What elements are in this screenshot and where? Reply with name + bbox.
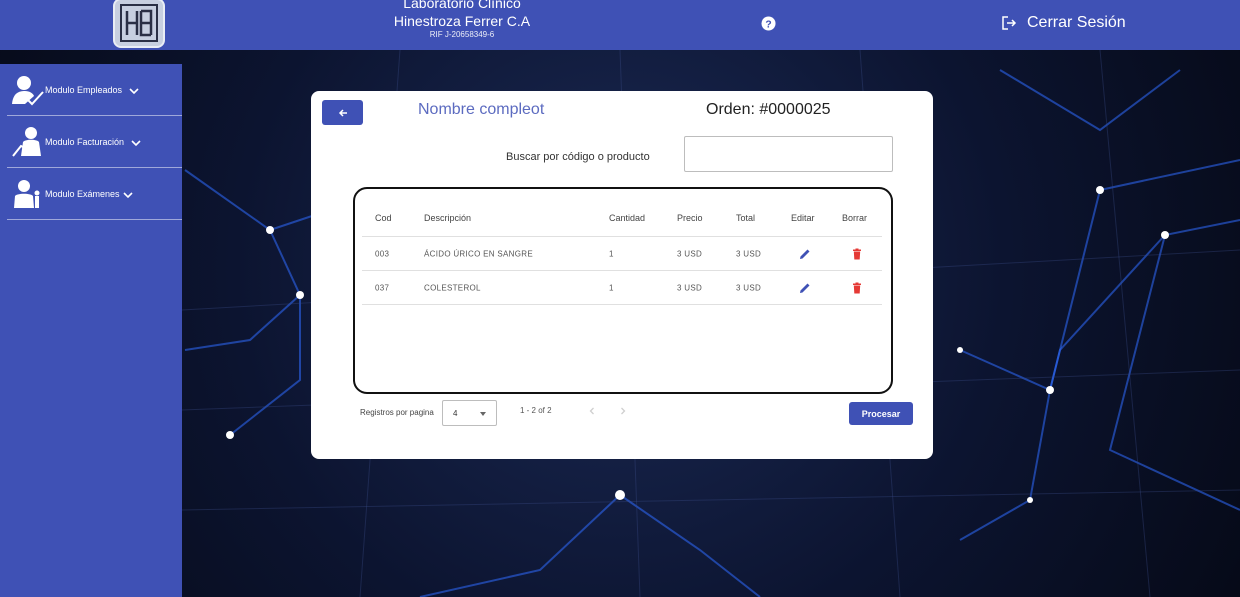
exam-icon: [14, 180, 40, 208]
search-label: Buscar por código o producto: [506, 151, 650, 163]
cell-cantidad: 1: [609, 283, 614, 292]
logo-mark-icon: [120, 4, 158, 42]
chevron-left-icon[interactable]: [587, 406, 597, 416]
process-button[interactable]: Procesar: [849, 402, 913, 425]
pencil-icon: [800, 249, 810, 259]
lab-rif: RIF J-20658349-6: [429, 30, 495, 39]
cell-precio: 3 USD: [677, 283, 703, 292]
lab-title: Laboratorio Clínico Hinestroza Ferrer C.…: [330, 0, 594, 40]
employee-icon: [12, 76, 44, 106]
table-header-row: Cod Descripción Cantidad Precio Total Ed…: [362, 199, 882, 237]
column-header-descripcion: Descripción: [424, 212, 472, 223]
page-size-value: 4: [453, 409, 458, 418]
table-row: 003 ÁCIDO ÚRICO EN SANGRE 1 3 USD 3 USD: [362, 237, 882, 271]
column-header-total: Total: [736, 212, 756, 223]
cell-total: 3 USD: [736, 283, 762, 292]
cell-cod: 003: [375, 249, 390, 258]
pencil-icon: [800, 283, 810, 293]
column-header-borrar: Borrar: [842, 212, 868, 223]
page-size-select[interactable]: 4: [442, 400, 497, 426]
billing-icon: [12, 127, 41, 157]
delete-button[interactable]: [851, 282, 863, 294]
sidebar-item-facturacion[interactable]: Modulo Facturación: [7, 116, 182, 168]
lab-title-line1: Laboratorio Clínico: [403, 0, 521, 11]
logout-label: Cerrar Sesión: [1027, 14, 1126, 31]
items-table: Cod Descripción Cantidad Precio Total Ed…: [353, 187, 893, 394]
trash-icon: [853, 248, 861, 259]
cell-cod: 037: [375, 283, 390, 292]
delete-button[interactable]: [851, 248, 863, 260]
edit-button[interactable]: [799, 248, 811, 260]
sidebar-item-examenes[interactable]: Modulo Exámenes: [7, 168, 182, 220]
trash-icon: [853, 282, 861, 293]
patient-name: Nombre compleot: [418, 101, 545, 118]
order-card: Nombre compleot Orden: #0000025 Buscar p…: [311, 91, 933, 459]
order-number: Orden: #0000025: [706, 101, 831, 118]
table-row: 037 COLESTEROL 1 3 USD 3 USD: [362, 271, 882, 305]
arrow-left-icon: [338, 108, 347, 117]
sidebar: Modulo Empleados Modulo Facturación Modu…: [0, 64, 182, 597]
column-header-cantidad: Cantidad: [609, 212, 646, 223]
svg-text:?: ?: [765, 19, 771, 30]
help-circle-icon[interactable]: ?: [761, 16, 776, 31]
cell-descripcion: ÁCIDO ÚRICO EN SANGRE: [424, 249, 533, 258]
column-header-editar: Editar: [791, 212, 815, 223]
page-size-label: Registros por pagina: [360, 408, 434, 417]
column-header-cod: Cod: [375, 212, 392, 223]
sidebar-item-label: Modulo Facturación: [45, 136, 125, 147]
logout-icon: [1002, 16, 1017, 30]
column-header-precio: Precio: [677, 212, 703, 223]
cell-cantidad: 1: [609, 249, 614, 258]
logout-button[interactable]: Cerrar Sesión: [1001, 14, 1126, 32]
cell-precio: 3 USD: [677, 249, 703, 258]
chevron-down-icon: [129, 88, 139, 95]
search-input[interactable]: [684, 136, 893, 172]
chevron-right-icon[interactable]: [618, 406, 628, 416]
top-header: Laboratorio Clínico Hinestroza Ferrer C.…: [0, 0, 1240, 50]
cell-descripcion: COLESTEROL: [424, 283, 481, 292]
lab-title-line2: Hinestroza Ferrer C.A: [393, 13, 531, 29]
dropdown-caret-icon: [480, 412, 486, 416]
page-range: 1 - 2 of 2: [520, 406, 552, 415]
edit-button[interactable]: [799, 282, 811, 294]
chevron-down-icon: [131, 140, 141, 147]
sidebar-item-label: Modulo Empleados: [45, 84, 123, 95]
cell-total: 3 USD: [736, 249, 762, 258]
back-button[interactable]: [322, 100, 363, 125]
company-logo[interactable]: [113, 0, 165, 48]
sidebar-item-label: Modulo Exámenes: [45, 188, 120, 199]
sidebar-item-empleados[interactable]: Modulo Empleados: [7, 64, 182, 116]
chevron-down-icon: [123, 192, 133, 199]
